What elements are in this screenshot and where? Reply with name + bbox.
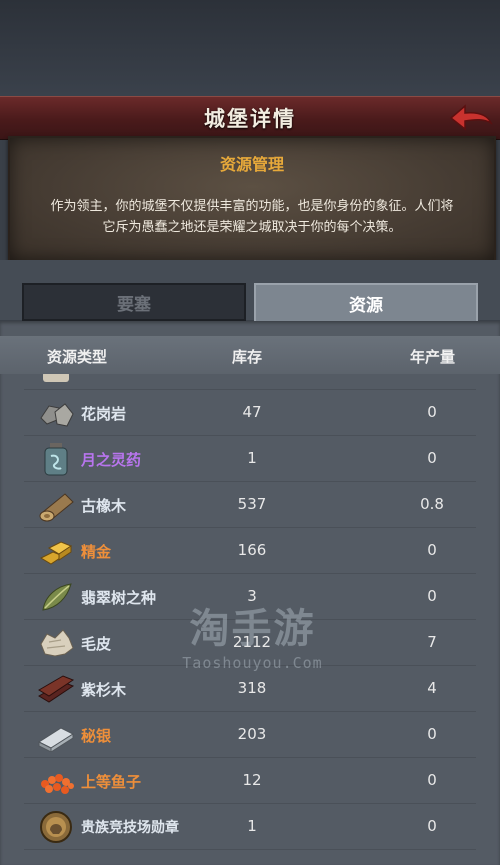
- resource-rate: 0: [427, 449, 437, 467]
- table-row: 古橡木 537 0.8: [0, 482, 500, 528]
- resource-name: 秘银: [81, 727, 112, 745]
- resource-stock: 3: [247, 587, 257, 605]
- fur-pelt-icon: [40, 629, 74, 657]
- resource-rate: 7: [427, 633, 437, 651]
- table-row: 上等鱼子 12 0: [0, 758, 500, 804]
- resource-name: 毛皮: [81, 635, 112, 653]
- back-button[interactable]: [448, 101, 494, 135]
- resource-rate: 0: [427, 403, 437, 421]
- table-row: 秘银 203 0: [0, 712, 500, 758]
- resource-stock: 1: [247, 449, 257, 467]
- resource-stock: 203: [237, 725, 267, 743]
- resource-name: 翡翠树之种: [81, 589, 157, 607]
- yew-wood-icon: [38, 675, 75, 703]
- tab-resources[interactable]: 资源: [254, 283, 478, 321]
- resource-stock: 166: [237, 541, 267, 559]
- resource-name: 花岗岩: [81, 405, 127, 423]
- resource-rate: 0.8: [420, 495, 444, 513]
- resource-name: 古橡木: [81, 497, 127, 515]
- table-row: 紫杉木 318 4: [0, 666, 500, 712]
- resource-list[interactable]: 花岗岩 47 0 月之灵药 1 0 古橡木 537 0.8 精金 166 0 翡…: [0, 374, 500, 865]
- table-row: 毛皮 2112 7: [0, 620, 500, 666]
- table-row: 贵族竞技场勋章 1 0: [0, 804, 500, 850]
- red-back-arrow-icon: [449, 104, 493, 131]
- column-header-type: 资源类型: [47, 348, 108, 366]
- resource-stock: 537: [237, 495, 267, 513]
- top-background: [0, 0, 500, 100]
- table-row: 翡翠树之种 3 0: [0, 574, 500, 620]
- tab-fortress[interactable]: 要塞: [22, 283, 246, 321]
- panel-title: 资源管理: [219, 155, 284, 174]
- tab-bar: 要塞 资源: [22, 283, 478, 321]
- resource-stock: 318: [237, 679, 267, 697]
- resource-rate: 0: [427, 817, 437, 835]
- resource-stock: 2112: [232, 633, 272, 651]
- fine-gold-icon: [39, 541, 73, 565]
- resource-stock: 47: [242, 403, 262, 421]
- table-row: [0, 374, 500, 390]
- title-bar: 城堡详情: [0, 96, 500, 140]
- resource-rate: 0: [427, 725, 437, 743]
- emerald-seed-icon: [42, 583, 72, 611]
- table-row: 精金 166 0: [0, 528, 500, 574]
- table-row: 月之灵药 1 0: [0, 436, 500, 482]
- moon-elixir-icon: [44, 443, 68, 476]
- resource-name: 紫杉木: [81, 681, 127, 699]
- page-title: 城堡详情: [204, 107, 296, 131]
- table-header: 资源类型 库存 年产量: [0, 336, 500, 374]
- table-row: 花岗岩 47 0: [0, 390, 500, 436]
- resource-stock: 12: [242, 771, 262, 789]
- panel-description-line: 它斥为愚蠢之地还是荣耀之城取决于你的每个决策。: [102, 220, 402, 235]
- panel-description-line: 作为领主，你的城堡不仅提供丰富的功能，也是你身份的象征。人们将: [50, 199, 454, 214]
- fine-caviar-icon: [41, 774, 74, 794]
- resource-stock: 1: [247, 817, 257, 835]
- info-panel: 资源管理 作为领主，你的城堡不仅提供丰富的功能，也是你身份的象征。人们将 它斥为…: [8, 136, 496, 262]
- column-header-rate: 年产量: [410, 348, 456, 366]
- resource-rate: 0: [427, 541, 437, 559]
- granite-icon: [40, 403, 74, 427]
- resource-rate: 4: [427, 679, 437, 697]
- resource-name: 上等鱼子: [81, 773, 142, 791]
- resource-name: 月之灵药: [81, 451, 142, 469]
- panel-description: 作为领主，你的城堡不仅提供丰富的功能，也是你身份的象征。人们将 它斥为愚蠢之地还…: [32, 196, 472, 238]
- resource-name: 贵族竞技场勋章: [81, 820, 179, 836]
- column-header-stock: 库存: [232, 348, 263, 366]
- resource-rate: 0: [427, 587, 437, 605]
- resource-name: 精金: [81, 543, 112, 561]
- partial-item-icon: [43, 374, 69, 382]
- resource-rate: 0: [427, 771, 437, 789]
- noble-arena-medal-icon: [40, 811, 72, 843]
- mithril-ingot-icon: [37, 727, 75, 752]
- ancient-oak-log-icon: [39, 493, 74, 522]
